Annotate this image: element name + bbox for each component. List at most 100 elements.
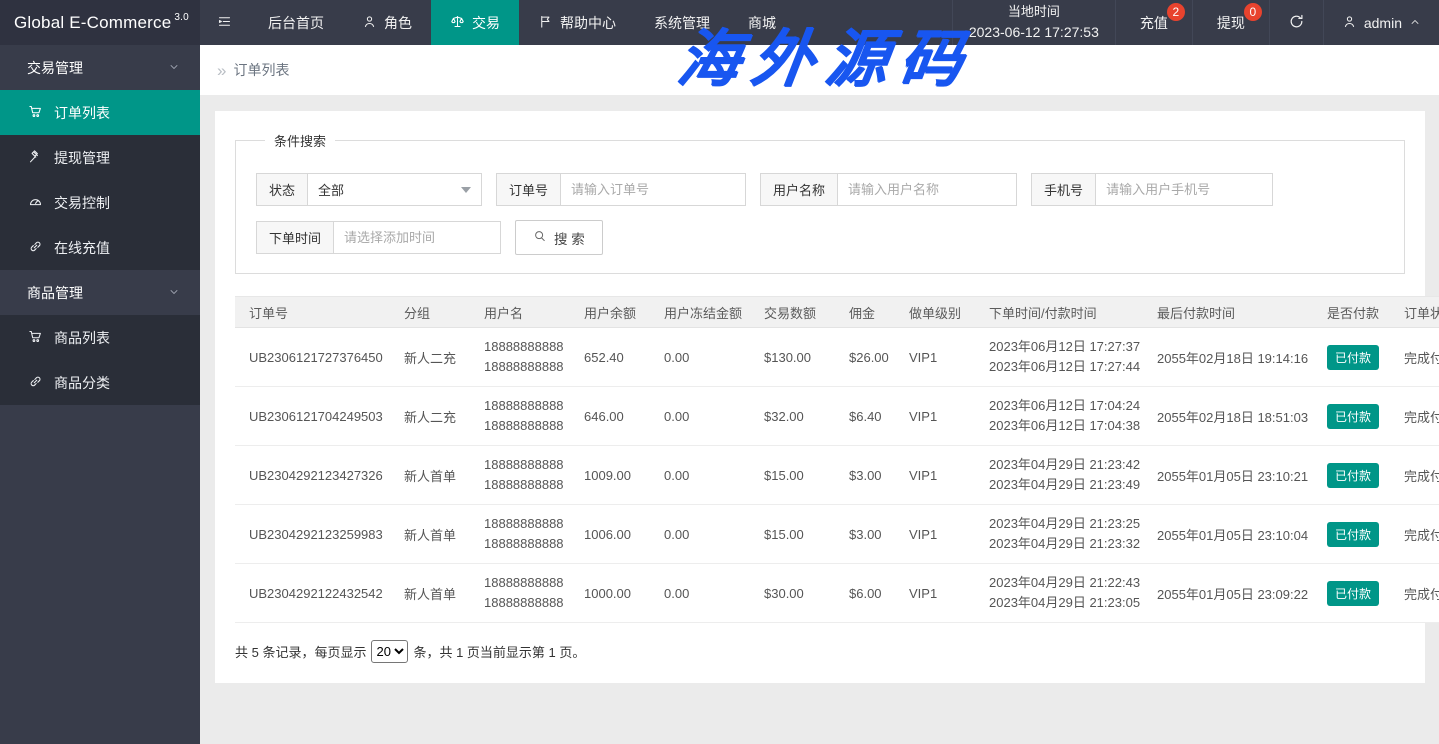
sidebar-item-label: 交易控制 (54, 193, 110, 213)
sidebar-item-label: 订单列表 (54, 103, 110, 123)
nav-item-trade[interactable]: 交易 (431, 0, 519, 45)
status-selected-value: 全部 (318, 180, 344, 199)
local-time-label: 当地时间 (1008, 2, 1060, 22)
cell-amount: $15.00 (750, 505, 835, 564)
cell-frozen: 0.00 (650, 328, 750, 387)
nav-item-label: 交易 (472, 13, 500, 33)
cell-paid: 已付款 (1313, 564, 1390, 623)
cell-last-pay-time: 2055年01月05日 23:10:04 (1143, 505, 1313, 564)
table-row: UB2304292123427326 新人首单 18888888888 1888… (235, 446, 1439, 505)
nav-item-mall[interactable]: 商城 (729, 0, 795, 45)
order-time-label: 下单时间 (256, 221, 333, 254)
cell-frozen: 0.00 (650, 564, 750, 623)
orders-table: 订单号 分组 用户名 用户余额 用户冻结金额 交易数额 佣金 做单级别 下单时间… (235, 296, 1439, 623)
sidebar-item-withdraw-management[interactable]: 提现管理 (0, 135, 200, 180)
cell-commission: $6.40 (835, 387, 895, 446)
cell-order-pay-time: 2023年04月29日 21:22:43 2023年04月29日 21:23:0… (975, 564, 1143, 623)
cell-level: VIP1 (895, 387, 975, 446)
cell-status: 完成付款 (1390, 446, 1439, 505)
username-input[interactable] (837, 173, 1017, 206)
user-icon (1342, 14, 1357, 32)
recharge-button[interactable]: 充值 2 (1115, 0, 1192, 45)
pagination: 共 5 条记录，每页显示 20 条，共 1 页当前显示第 1 页。 (235, 640, 1405, 663)
paid-badge: 已付款 (1327, 581, 1379, 606)
app-logo: Global E-Commerce3.0 (0, 0, 200, 45)
col-amount: 交易数额 (750, 297, 835, 328)
phone-field: 手机号 (1031, 173, 1273, 206)
nav-item-home[interactable]: 后台首页 (249, 0, 343, 45)
user-line2: 18888888888 (484, 534, 564, 554)
sidebar: 交易管理 订单列表 提现管理 交易控制 在线充值 (0, 45, 200, 744)
table-row: UB2306121704249503 新人二充 18888888888 1888… (235, 387, 1439, 446)
link-icon (28, 374, 43, 392)
cell-order-no: UB2304292123427326 (235, 446, 390, 505)
recharge-label: 充值 (1140, 13, 1168, 33)
sidebar-group-product-management[interactable]: 商品管理 (0, 270, 200, 315)
sidebar-toggle-button[interactable] (200, 0, 249, 45)
cell-status: 完成付款 (1390, 564, 1439, 623)
cart-icon (28, 104, 43, 122)
admin-menu[interactable]: admin (1323, 0, 1439, 45)
sidebar-item-label: 提现管理 (54, 148, 110, 168)
refresh-button[interactable] (1269, 0, 1323, 45)
nav-item-help[interactable]: 帮助中心 (519, 0, 635, 45)
nav-item-label: 商城 (748, 13, 776, 33)
cell-frozen: 0.00 (650, 505, 750, 564)
order-time: 2023年04月29日 21:22:43 (989, 573, 1137, 593)
sidebar-item-order-list[interactable]: 订单列表 (0, 90, 200, 135)
search-legend: 条件搜索 (265, 131, 335, 150)
cell-paid: 已付款 (1313, 446, 1390, 505)
cell-username: 18888888888 18888888888 (470, 564, 570, 623)
local-time-value: 2023-06-12 17:27:53 (969, 22, 1099, 43)
pay-time: 2023年04月29日 21:23:49 (989, 475, 1137, 495)
nav-item-label: 后台首页 (268, 13, 324, 33)
top-bar-right: 当地时间 2023-06-12 17:27:53 充值 2 提现 0 admin (952, 0, 1439, 45)
table-row: UB2304292122432542 新人首单 18888888888 1888… (235, 564, 1439, 623)
status-select[interactable]: 全部 (307, 173, 482, 206)
cell-order-pay-time: 2023年04月29日 21:23:25 2023年04月29日 21:23:3… (975, 505, 1143, 564)
cell-group: 新人二充 (390, 387, 470, 446)
col-frozen: 用户冻结金额 (650, 297, 750, 328)
cell-amount: $15.00 (750, 446, 835, 505)
cell-last-pay-time: 2055年01月05日 23:09:22 (1143, 564, 1313, 623)
cell-frozen: 0.00 (650, 387, 750, 446)
paid-badge: 已付款 (1327, 522, 1379, 547)
sidebar-item-product-list[interactable]: 商品列表 (0, 315, 200, 360)
breadcrumb: » 订单列表 (200, 45, 1439, 95)
cell-amount: $32.00 (750, 387, 835, 446)
nav-item-role[interactable]: 角色 (343, 0, 431, 45)
sidebar-group-trade-management[interactable]: 交易管理 (0, 45, 200, 90)
status-label: 状态 (256, 173, 307, 206)
page-size-select[interactable]: 20 (371, 640, 408, 663)
cell-commission: $6.00 (835, 564, 895, 623)
withdraw-label: 提现 (1217, 13, 1245, 33)
sidebar-item-trade-control[interactable]: 交易控制 (0, 180, 200, 225)
search-button-label: 搜 索 (554, 228, 585, 248)
cell-balance: 652.40 (570, 328, 650, 387)
username-label: 用户名称 (760, 173, 837, 206)
withdraw-badge: 0 (1244, 3, 1262, 21)
col-username: 用户名 (470, 297, 570, 328)
sidebar-item-online-recharge[interactable]: 在线充值 (0, 225, 200, 270)
withdraw-button[interactable]: 提现 0 (1192, 0, 1269, 45)
search-row-1: 状态 全部 订单号 用户名称 手机号 (256, 173, 1384, 206)
nav-item-label: 角色 (384, 13, 412, 33)
cell-balance: 1009.00 (570, 446, 650, 505)
nav-item-label: 系统管理 (654, 13, 710, 33)
nav-item-system[interactable]: 系统管理 (635, 0, 729, 45)
sidebar-item-product-category[interactable]: 商品分类 (0, 360, 200, 405)
cell-order-pay-time: 2023年06月12日 17:04:24 2023年06月12日 17:04:3… (975, 387, 1143, 446)
pay-time: 2023年04月29日 21:23:05 (989, 593, 1137, 613)
order-no-input[interactable] (560, 173, 746, 206)
search-button[interactable]: 搜 索 (515, 220, 603, 255)
user-line1: 18888888888 (484, 337, 564, 357)
cell-order-pay-time: 2023年06月12日 17:27:37 2023年06月12日 17:27:4… (975, 328, 1143, 387)
cell-group: 新人二充 (390, 328, 470, 387)
cell-last-pay-time: 2055年02月18日 19:14:16 (1143, 328, 1313, 387)
phone-input[interactable] (1095, 173, 1273, 206)
order-time: 2023年06月12日 17:27:37 (989, 337, 1137, 357)
chevron-up-icon (1409, 15, 1421, 31)
cell-status: 完成付款 (1390, 387, 1439, 446)
cell-level: VIP1 (895, 564, 975, 623)
order-time-input[interactable] (333, 221, 501, 254)
